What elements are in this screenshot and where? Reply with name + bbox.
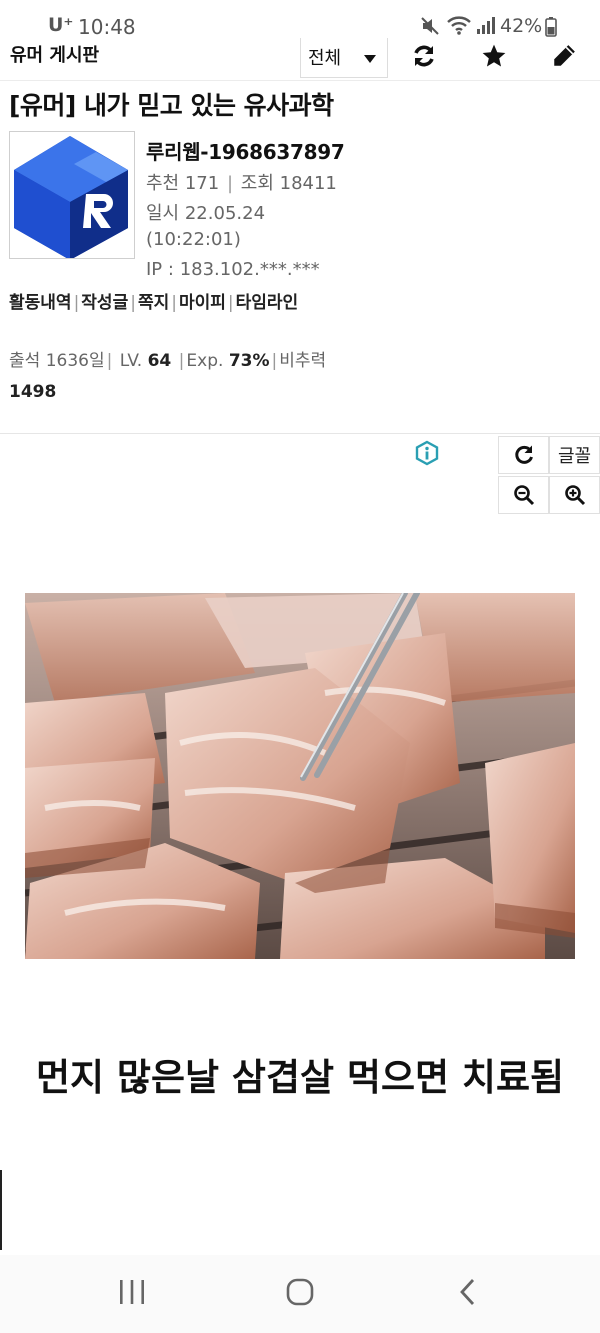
zoom-in-button[interactable] (549, 476, 600, 514)
battery-percent: 42% (500, 15, 543, 37)
divider (0, 433, 600, 434)
ip-label: IP : (146, 259, 174, 280)
home-icon (286, 1278, 314, 1306)
mypi-link[interactable]: 마이피 (179, 293, 226, 313)
carrier-label: U⁺ (48, 14, 74, 36)
reload-button[interactable] (498, 436, 549, 474)
attendance-label: 출석 (9, 351, 41, 371)
activity-link[interactable]: 활동내역 (9, 293, 72, 313)
refresh-button[interactable] (404, 38, 444, 74)
separator: | (73, 293, 80, 313)
author-name[interactable]: 루리웹-1968637897 (146, 136, 345, 165)
board-name[interactable]: 유머 게시판 (10, 41, 99, 67)
scroll-edge-indicator (0, 1170, 2, 1250)
post-body-caption: 먼지 많은날 삼겹살 먹으면 치료됨 (35, 1056, 565, 1099)
author-avatar[interactable] (9, 131, 135, 260)
recommend-count: 171 (184, 173, 220, 194)
post-stats: 추천 171 | 조회 18411 (146, 169, 337, 195)
member-level-stats: 출석 1636일 | LV. 64 | Exp. 73% | 비추력 1498 (9, 346, 369, 408)
timeline-link[interactable]: 타임라인 (236, 293, 299, 313)
star-icon (482, 44, 506, 67)
info-icon[interactable] (414, 440, 440, 470)
message-link[interactable]: 쪽지 (138, 293, 169, 313)
profile-links: 활동내역 | 작성글 | 쪽지 | 마이피 | 타임라인 (9, 288, 359, 318)
post-time: (10:22:01) (146, 229, 241, 250)
separator: | (106, 351, 113, 371)
date-label: 일시 (146, 203, 180, 224)
posts-link[interactable]: 작성글 (81, 293, 128, 313)
zoom-in-icon (564, 485, 585, 506)
category-filter-value[interactable]: 전체 (308, 44, 341, 70)
separator: | (271, 351, 278, 371)
mute-icon (420, 16, 440, 40)
ratio-label: 비추력 (279, 351, 327, 371)
signal-icon (476, 17, 496, 39)
back-button[interactable] (446, 1270, 490, 1314)
ratio-value: 1498 (9, 382, 57, 402)
zoom-out-icon (513, 485, 534, 506)
separator: | (130, 293, 136, 313)
ruliweb-logo-image (14, 136, 128, 260)
ip-value: 183.102.***.*** (179, 259, 320, 280)
favorite-button[interactable] (474, 38, 514, 74)
level-value: 64 (147, 351, 172, 371)
clock: 10:48 (78, 15, 136, 39)
post-title: [유머] 내가 믿고 있는 유사과학 (9, 91, 334, 120)
zoom-out-button[interactable] (498, 476, 549, 514)
attendance-value: 1636일 (45, 351, 105, 371)
separator: | (178, 351, 185, 371)
date-value: 22.05.24 (184, 203, 266, 224)
separator: | (171, 293, 177, 313)
recent-apps-icon (120, 1280, 144, 1304)
recent-apps-button[interactable] (110, 1270, 154, 1314)
level-label: LV. (119, 351, 143, 371)
exp-label: Exp. (186, 351, 224, 371)
exp-value: 73% (228, 351, 270, 371)
recommend-label: 추천 (146, 173, 180, 194)
back-icon (460, 1279, 475, 1305)
post-ip: IP : 183.102.***.*** (146, 259, 320, 280)
refresh-icon (414, 45, 434, 67)
write-post-button[interactable] (544, 38, 584, 74)
views-count: 18411 (279, 173, 337, 194)
separator: | (227, 293, 234, 313)
views-label: 조회 (240, 173, 274, 194)
chevron-down-icon[interactable] (364, 55, 376, 63)
wifi-icon (446, 15, 472, 39)
post-date: 일시 22.05.24 (146, 199, 265, 225)
home-button[interactable] (278, 1270, 322, 1314)
separator: | (226, 173, 234, 194)
reload-icon (514, 445, 533, 464)
pencil-icon (554, 45, 575, 66)
post-image (25, 593, 575, 959)
font-button[interactable]: 글꼴 (549, 436, 600, 474)
